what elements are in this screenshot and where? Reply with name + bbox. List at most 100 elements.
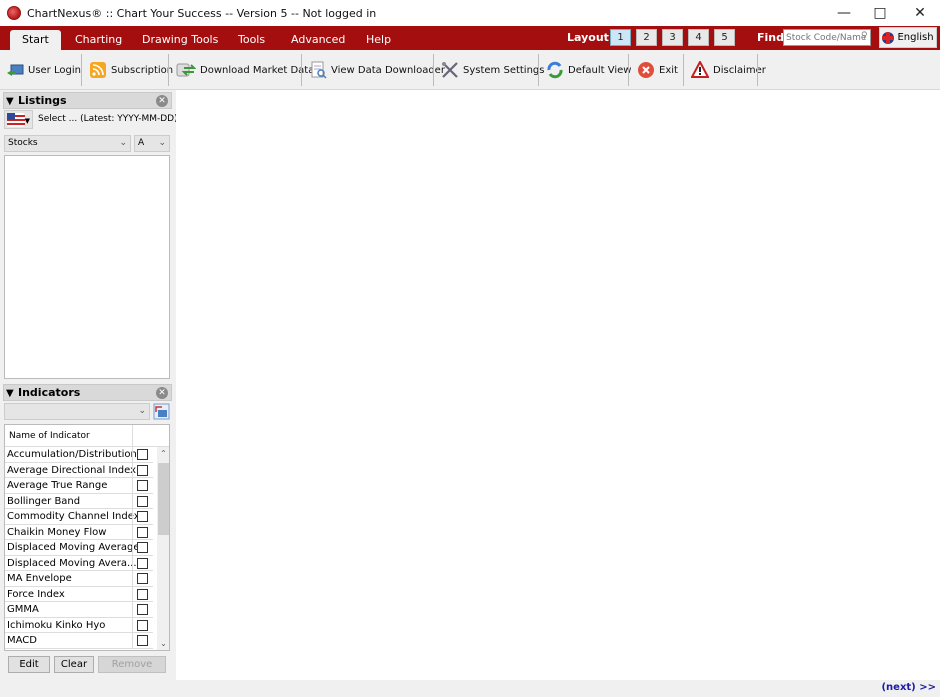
view-data-downloader-button[interactable]: View Data Downloader <box>309 50 445 90</box>
layout-button-5[interactable]: 5 <box>714 29 735 46</box>
find-stock-input[interactable] <box>783 29 871 46</box>
download-market-data-button[interactable]: Download Market Data <box>176 50 314 90</box>
user-login-button[interactable]: User Login <box>6 50 81 90</box>
subscription-button[interactable]: Subscription <box>89 50 173 90</box>
clear-button[interactable]: Clear <box>54 656 94 673</box>
indicator-checkbox[interactable] <box>137 619 148 631</box>
indicator-name: Bollinger Band <box>7 495 81 507</box>
market-flag-dropdown[interactable]: ▼ <box>4 110 33 129</box>
chevron-down-icon: ⌄ <box>138 406 146 416</box>
layout-label: Layout: <box>567 31 614 44</box>
toolbar-separator <box>683 54 684 86</box>
indicator-checkbox[interactable] <box>137 495 148 507</box>
indicator-name: Average Directional Index <box>7 464 137 476</box>
indicator-checkbox[interactable] <box>137 480 148 491</box>
indicator-row[interactable]: Force Index <box>5 586 153 602</box>
close-button[interactable]: ✕ <box>898 0 940 26</box>
tab-charting[interactable]: Charting <box>75 30 122 50</box>
indicators-panel-header[interactable]: ▼ Indicators ✕ <box>3 384 172 401</box>
window-title: ChartNexus® :: Chart Your Success -- Ver… <box>27 6 377 20</box>
find-label: Find <box>757 31 784 44</box>
remove-button[interactable]: Remove <box>98 656 166 673</box>
tab-start[interactable]: Start <box>10 30 61 50</box>
tab-help[interactable]: Help <box>366 30 391 50</box>
exit-icon <box>638 62 654 78</box>
indicator-name: Displaced Moving Average <box>7 542 140 553</box>
default-view-button[interactable]: Default View <box>546 50 631 90</box>
indicator-row[interactable]: Displaced Moving Avera... <box>5 555 153 571</box>
indicator-name: Force Index <box>7 588 65 600</box>
indicator-row[interactable]: MACD <box>5 633 153 649</box>
chevron-down-icon: ⌄ <box>119 138 127 148</box>
collapse-triangle-icon[interactable]: ▼ <box>6 386 14 401</box>
indicator-row[interactable]: Accumulation/Distribution <box>5 447 153 463</box>
toolbar-separator <box>301 54 302 86</box>
toolbar: User Login Subscription Download Market … <box>0 50 940 90</box>
layout-button-2[interactable]: 2 <box>636 29 657 46</box>
listings-list[interactable] <box>4 155 170 379</box>
indicator-checkbox[interactable] <box>137 588 148 600</box>
indicator-row[interactable]: GMMA <box>5 602 153 618</box>
indicator-row[interactable]: Commodity Channel Index <box>5 509 153 525</box>
indicator-checkbox[interactable] <box>137 604 148 615</box>
indicator-checkbox[interactable] <box>137 542 148 553</box>
indicator-checkbox[interactable] <box>137 449 148 460</box>
scroll-up-icon[interactable]: ⌃ <box>157 449 169 458</box>
sort-order-select[interactable]: A ⌄ <box>134 135 170 152</box>
chart-area[interactable] <box>176 90 940 680</box>
scroll-down-icon[interactable]: ⌄ <box>157 639 169 648</box>
indicator-settings-icon[interactable] <box>153 403 170 420</box>
status-bar: (next) >> <box>0 680 940 697</box>
indicator-checkbox[interactable] <box>137 511 148 522</box>
indicator-checkbox[interactable] <box>137 557 148 569</box>
toolbar-separator <box>757 54 758 86</box>
indicator-row[interactable]: Ichimoku Kinko Hyo <box>5 617 153 633</box>
market-select-label[interactable]: Select ... (Latest: YYYY-MM-DD) <box>38 114 178 124</box>
layout-button-3[interactable]: 3 <box>662 29 683 46</box>
indicator-checkbox[interactable] <box>137 526 148 538</box>
close-panel-icon[interactable]: ✕ <box>156 95 168 107</box>
language-button[interactable]: English <box>879 27 937 48</box>
indicator-row[interactable]: Average Directional Index <box>5 462 153 478</box>
indicators-scrollbar[interactable]: ⌃ ⌄ <box>157 447 169 650</box>
title-bar: ChartNexus® :: Chart Your Success -- Ver… <box>0 0 940 26</box>
indicator-checkbox[interactable] <box>137 464 148 476</box>
maximize-button[interactable]: □ <box>858 0 902 26</box>
indicator-row[interactable]: Average True Range <box>5 478 153 494</box>
us-flag-icon <box>7 113 25 127</box>
indicator-row[interactable]: Bollinger Band <box>5 493 153 509</box>
search-icon[interactable]: ⚲ <box>861 31 868 41</box>
layout-button-4[interactable]: 4 <box>688 29 709 46</box>
listings-panel-header[interactable]: ▼ Listings ✕ <box>3 92 172 109</box>
layout-button-1[interactable]: 1 <box>610 29 631 46</box>
next-link[interactable]: (next) >> <box>881 682 936 693</box>
indicator-name: Average True Range <box>7 480 108 491</box>
indicator-checkbox[interactable] <box>137 573 148 584</box>
tab-advanced[interactable]: Advanced <box>291 30 345 50</box>
listing-type-select[interactable]: Stocks ⌄ <box>4 135 131 152</box>
edit-button[interactable]: Edit <box>8 656 50 673</box>
indicator-row[interactable]: MA Envelope <box>5 571 153 587</box>
system-settings-button[interactable]: System Settings <box>441 50 544 90</box>
exit-button[interactable]: Exit <box>637 50 678 90</box>
tab-drawing-tools[interactable]: Drawing Tools <box>142 30 218 50</box>
scrollbar-thumb[interactable] <box>158 463 169 535</box>
indicators-table: Name of Indicator Accumulation/Distribut… <box>4 424 170 651</box>
disclaimer-button[interactable]: Disclaimer <box>691 50 766 90</box>
indicators-table-header: Name of Indicator <box>5 425 169 447</box>
refresh-icon <box>547 61 563 79</box>
indicator-row[interactable]: Chaikin Money Flow <box>5 524 153 540</box>
dropdown-arrow-icon: ▼ <box>24 117 30 125</box>
close-panel-icon[interactable]: ✕ <box>156 387 168 399</box>
indicator-checkbox[interactable] <box>137 635 148 646</box>
language-label: English <box>897 32 934 43</box>
indicator-row[interactable]: Displaced Moving Average <box>5 540 153 556</box>
indicator-name: Displaced Moving Avera... <box>7 557 137 569</box>
toolbar-separator <box>81 54 82 86</box>
indicator-name: MACD <box>7 635 37 646</box>
tab-tools[interactable]: Tools <box>238 30 265 50</box>
collapse-triangle-icon[interactable]: ▼ <box>6 94 14 109</box>
toolbar-separator <box>168 54 169 86</box>
indicator-group-select[interactable]: ⌄ <box>4 403 150 420</box>
indicator-name: Commodity Channel Index <box>7 511 140 522</box>
